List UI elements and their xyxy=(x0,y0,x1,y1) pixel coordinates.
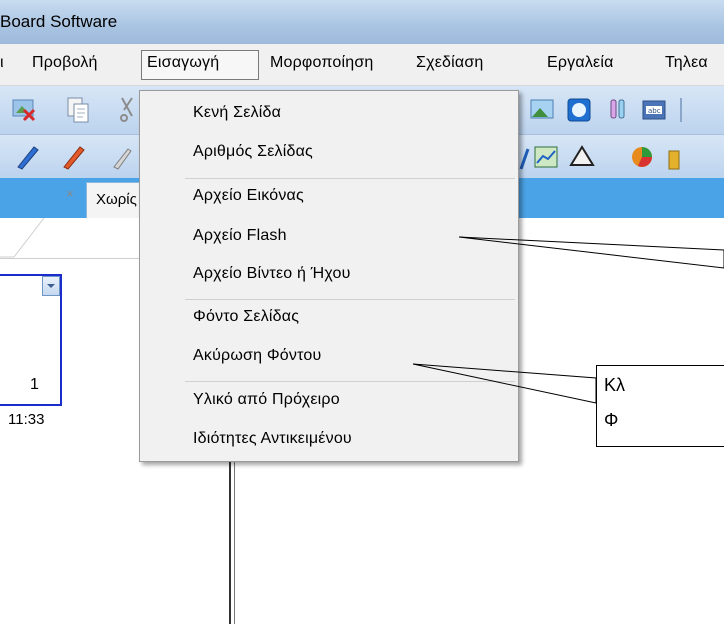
menu-format[interactable]: Μορφοποίηση xyxy=(270,54,374,72)
callout-text-line2: Φ xyxy=(604,410,619,430)
menu-tools[interactable]: Εργαλεία xyxy=(547,54,614,72)
page-number: 1 xyxy=(30,376,39,393)
pen-icon[interactable] xyxy=(519,143,531,171)
menu-item-flash-file[interactable]: Αρχείο Flash xyxy=(193,227,287,245)
menu-item-video-audio-file[interactable]: Αρχείο Βίντεο ή Ήχου xyxy=(193,265,351,283)
menu-draw[interactable]: Σχεδίαση xyxy=(416,54,484,72)
menu-item-object-properties[interactable]: Ιδιότητες Αντικειμένου xyxy=(193,430,352,448)
delete-image-icon[interactable] xyxy=(10,96,38,124)
chevron-down-icon[interactable] xyxy=(42,276,60,296)
menu-item-page-number[interactable]: Αριθμός Σελίδας xyxy=(193,143,313,161)
menu-item-blank-page[interactable]: Κενή Σελίδα xyxy=(193,104,281,122)
copy-icon[interactable] xyxy=(64,96,92,124)
menu-item-page-background[interactable]: Φόντο Σελίδας xyxy=(193,308,299,326)
pencil-blue-icon[interactable] xyxy=(14,141,42,171)
document-tab-label[interactable]: Χωρίς xyxy=(96,191,137,208)
menu-item-clipboard-material[interactable]: Υλικό από Πρόχειρο xyxy=(193,391,340,409)
menu-insert-label[interactable]: Εισαγωγή xyxy=(147,54,219,72)
globe-icon[interactable] xyxy=(565,96,593,124)
pencil-icon[interactable] xyxy=(110,141,134,171)
bar-chart-icon[interactable] xyxy=(665,143,693,171)
callout-text-line1: Κλ xyxy=(604,375,626,395)
menu-item-cancel-background[interactable]: Ακύρωση Φόντου xyxy=(193,347,321,365)
menu-partial[interactable]: ι xyxy=(0,54,4,72)
svg-text:abc: abc xyxy=(648,107,661,115)
toolbar-separator xyxy=(680,98,682,122)
test-tubes-icon[interactable] xyxy=(604,96,632,124)
page-time: 11:33 xyxy=(8,411,45,428)
pie-chart-icon[interactable] xyxy=(628,143,656,171)
pencil-red-icon[interactable] xyxy=(60,141,88,171)
text-box-icon[interactable]: abc xyxy=(640,96,668,124)
menu-view[interactable]: Προβολή xyxy=(32,54,98,72)
triangle-icon[interactable] xyxy=(568,143,596,171)
menu-tele[interactable]: Τηλεα xyxy=(665,54,708,72)
cut-icon[interactable] xyxy=(118,96,138,124)
menu-separator xyxy=(185,178,515,179)
window-title: Board Software xyxy=(0,12,118,31)
chart-icon[interactable] xyxy=(532,143,560,171)
menu-item-image-file[interactable]: Αρχείο Εικόνας xyxy=(193,187,304,205)
tab-close-icon[interactable]: × xyxy=(66,186,74,201)
menu-separator xyxy=(185,299,515,300)
image-icon[interactable] xyxy=(528,96,556,124)
menu-separator xyxy=(185,381,515,382)
